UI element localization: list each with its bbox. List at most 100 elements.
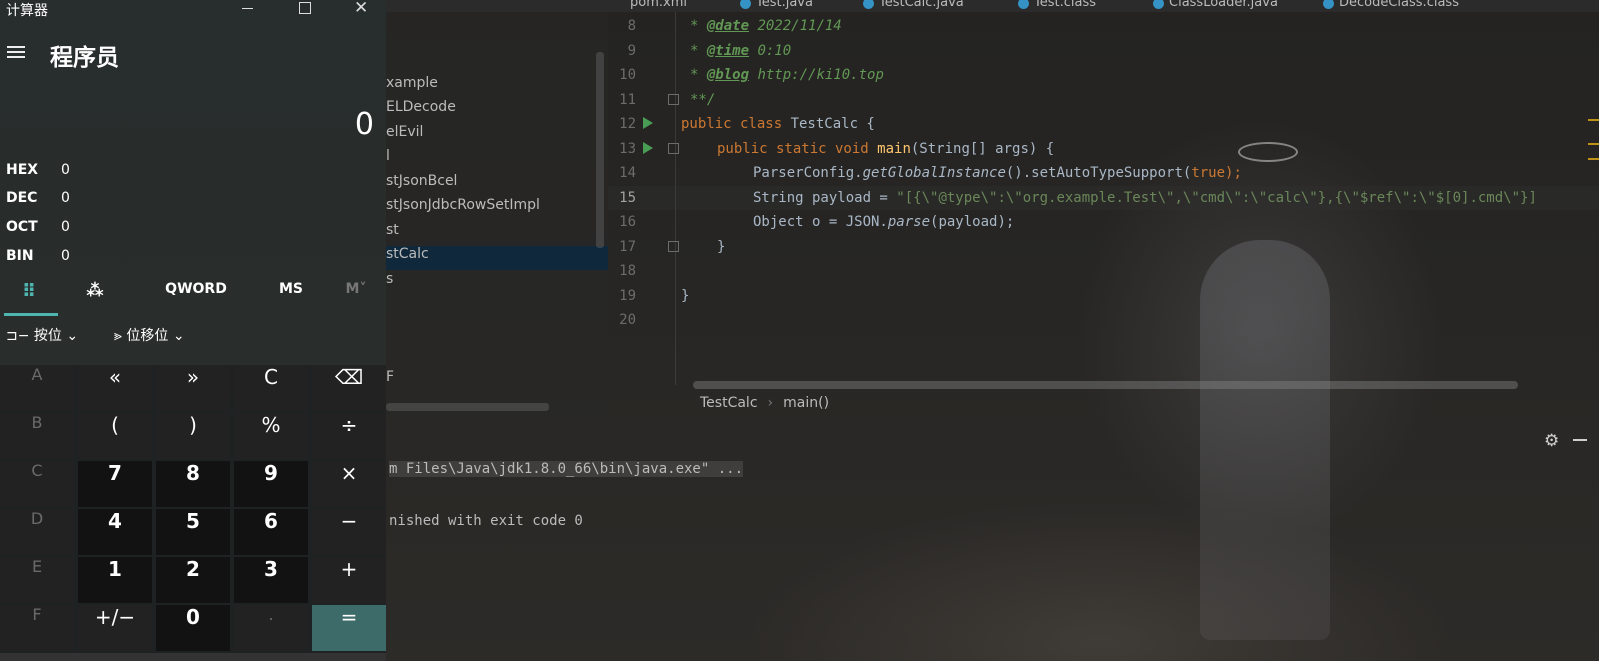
tab-classloader-java[interactable]: ClassLoader.java bbox=[1151, 0, 1278, 12]
code-line[interactable]: public class TestCalc { bbox=[681, 116, 875, 132]
key-close-paren[interactable]: ) bbox=[156, 413, 230, 459]
project-item[interactable]: xample bbox=[386, 75, 608, 99]
key-9[interactable]: 9 bbox=[234, 461, 308, 507]
key-1[interactable]: 1 bbox=[78, 557, 152, 603]
code-line[interactable]: * @time 0:10 bbox=[690, 43, 791, 59]
key-divide[interactable]: ÷ bbox=[312, 413, 386, 459]
project-item[interactable]: st bbox=[386, 222, 608, 246]
project-item[interactable]: s bbox=[386, 271, 608, 295]
tab-test-class[interactable]: Test.class bbox=[1016, 0, 1096, 12]
javadoc-tag: @date bbox=[706, 18, 750, 34]
key-hex-a[interactable]: A bbox=[0, 365, 74, 411]
radix-hex-row[interactable]: HEX 0 bbox=[6, 159, 70, 181]
project-item-selected[interactable]: stCalc bbox=[386, 246, 608, 270]
tab-label: Test.java bbox=[756, 0, 813, 10]
line-number: 19 bbox=[619, 288, 636, 304]
key-multiply[interactable]: × bbox=[312, 461, 386, 507]
bitwise-dropdown[interactable]: ⊐− 按位 ⌄ bbox=[6, 325, 78, 357]
radix-label: OCT bbox=[6, 219, 38, 235]
code-line[interactable]: } bbox=[681, 288, 689, 304]
code-line[interactable]: * @blog http://ki10.top bbox=[690, 67, 884, 83]
word-size-button[interactable]: QWORD bbox=[156, 281, 236, 317]
project-item[interactable]: stJsonJdbcRowSetImpl bbox=[386, 197, 608, 221]
project-scrollbar[interactable] bbox=[596, 52, 604, 248]
radix-value: 0 bbox=[61, 219, 70, 235]
bit-toggle-keypad-icon[interactable]: ⁂ bbox=[82, 281, 108, 317]
editor-horizontal-scrollbar[interactable] bbox=[693, 381, 1518, 389]
project-item[interactable]: F bbox=[386, 369, 608, 393]
error-stripe-mark[interactable] bbox=[1588, 158, 1599, 160]
key-hex-f[interactable]: F bbox=[0, 605, 74, 651]
breadcrumb-class[interactable]: TestCalc bbox=[700, 395, 758, 411]
key-open-paren[interactable]: ( bbox=[78, 413, 152, 459]
tab-label: Test.class bbox=[1034, 0, 1097, 10]
memory-recall-button[interactable]: M˅ bbox=[336, 281, 376, 317]
key-decimal[interactable]: . bbox=[234, 605, 308, 651]
project-horizontal-scrollbar[interactable] bbox=[386, 403, 549, 411]
breadcrumb: TestCalc › main() bbox=[700, 395, 839, 419]
memory-store-button[interactable]: MS bbox=[266, 281, 316, 317]
bitshift-dropdown[interactable]: ⪢ 位移位 ⌄ bbox=[114, 325, 185, 357]
code-line[interactable]: Object o = JSON.parse(payload); bbox=[753, 214, 1014, 230]
code-line[interactable]: } bbox=[717, 239, 725, 255]
key-8[interactable]: 8 bbox=[156, 461, 230, 507]
radix-oct-row[interactable]: OCT 0 bbox=[6, 216, 70, 238]
tab-testcalc-java[interactable]: TestCalc.java bbox=[861, 0, 964, 12]
breadcrumb-method[interactable]: main() bbox=[783, 395, 829, 411]
code-line[interactable]: **/ bbox=[690, 92, 715, 108]
key-shift-left[interactable]: « bbox=[78, 365, 152, 411]
key-add[interactable]: + bbox=[312, 557, 386, 603]
run-main-icon[interactable] bbox=[643, 142, 653, 154]
key-shift-right[interactable]: » bbox=[156, 365, 230, 411]
key-negate[interactable]: +/− bbox=[78, 605, 152, 651]
code-line[interactable]: String payload = "[{\"@type\":\"org.exam… bbox=[753, 190, 1537, 206]
project-item[interactable]: stJsonBcel bbox=[386, 173, 608, 197]
backspace-icon[interactable]: ⌫ bbox=[312, 365, 386, 411]
error-stripe-mark[interactable] bbox=[1588, 143, 1599, 145]
fold-marker-icon[interactable] bbox=[668, 143, 679, 154]
console-command-line[interactable]: m Files\Java\jdk1.8.0_66\bin\java.exe" .… bbox=[389, 461, 744, 477]
bitshift-icon: ⪢ bbox=[114, 328, 122, 344]
run-class-icon[interactable] bbox=[643, 117, 653, 129]
radix-dec-row[interactable]: DEC 0 bbox=[6, 187, 70, 209]
minimize-icon[interactable] bbox=[242, 8, 253, 9]
fold-marker-icon[interactable] bbox=[668, 94, 679, 105]
key-4[interactable]: 4 bbox=[78, 509, 152, 555]
dropdown-label: 按位 bbox=[33, 328, 62, 344]
key-hex-c[interactable]: C bbox=[0, 461, 74, 507]
tab-pom[interactable]: pom.xml bbox=[612, 0, 687, 12]
code-line[interactable]: ParserConfig.getGlobalInstance().setAuto… bbox=[753, 165, 1242, 181]
key-hex-e[interactable]: E bbox=[0, 557, 74, 603]
key-0[interactable]: 0 bbox=[156, 605, 230, 651]
java-file-icon bbox=[1153, 0, 1164, 9]
key-6[interactable]: 6 bbox=[234, 509, 308, 555]
key-hex-b[interactable]: B bbox=[0, 413, 74, 459]
code-line[interactable]: * @date 2022/11/14 bbox=[690, 18, 842, 34]
hide-panel-icon[interactable] bbox=[1573, 439, 1587, 441]
error-stripe-mark[interactable] bbox=[1588, 119, 1599, 121]
fold-marker-icon[interactable] bbox=[668, 241, 679, 252]
code-line[interactable]: public static void main(String[] args) { bbox=[717, 141, 1054, 157]
key-clear[interactable]: C bbox=[234, 365, 308, 411]
tab-decodeclass-class[interactable]: DecodeClass.class bbox=[1321, 0, 1459, 12]
key-3[interactable]: 3 bbox=[234, 557, 308, 603]
tab-test-java[interactable]: Test.java bbox=[738, 0, 813, 12]
keypad-icon[interactable]: ⠿ bbox=[16, 281, 42, 317]
key-5[interactable]: 5 bbox=[156, 509, 230, 555]
key-7[interactable]: 7 bbox=[78, 461, 152, 507]
radix-bin-row[interactable]: BIN 0 bbox=[6, 245, 70, 267]
hamburger-menu-icon[interactable] bbox=[7, 46, 25, 58]
project-item[interactable]: ELDecode bbox=[386, 99, 608, 123]
key-modulo[interactable]: % bbox=[234, 413, 308, 459]
project-item[interactable]: elEvil bbox=[386, 124, 608, 148]
key-2[interactable]: 2 bbox=[156, 557, 230, 603]
dropdown-label: 位移位 bbox=[126, 328, 169, 344]
maximize-icon[interactable] bbox=[299, 2, 311, 14]
close-icon[interactable]: ✕ bbox=[354, 0, 368, 18]
project-item[interactable]: l bbox=[386, 148, 608, 172]
key-subtract[interactable]: − bbox=[312, 509, 386, 555]
javadoc-value: 2022/11/14 bbox=[749, 18, 842, 34]
key-hex-d[interactable]: D bbox=[0, 509, 74, 555]
key-equals[interactable]: = bbox=[312, 605, 386, 651]
gear-icon[interactable]: ⚙ bbox=[1544, 431, 1559, 451]
